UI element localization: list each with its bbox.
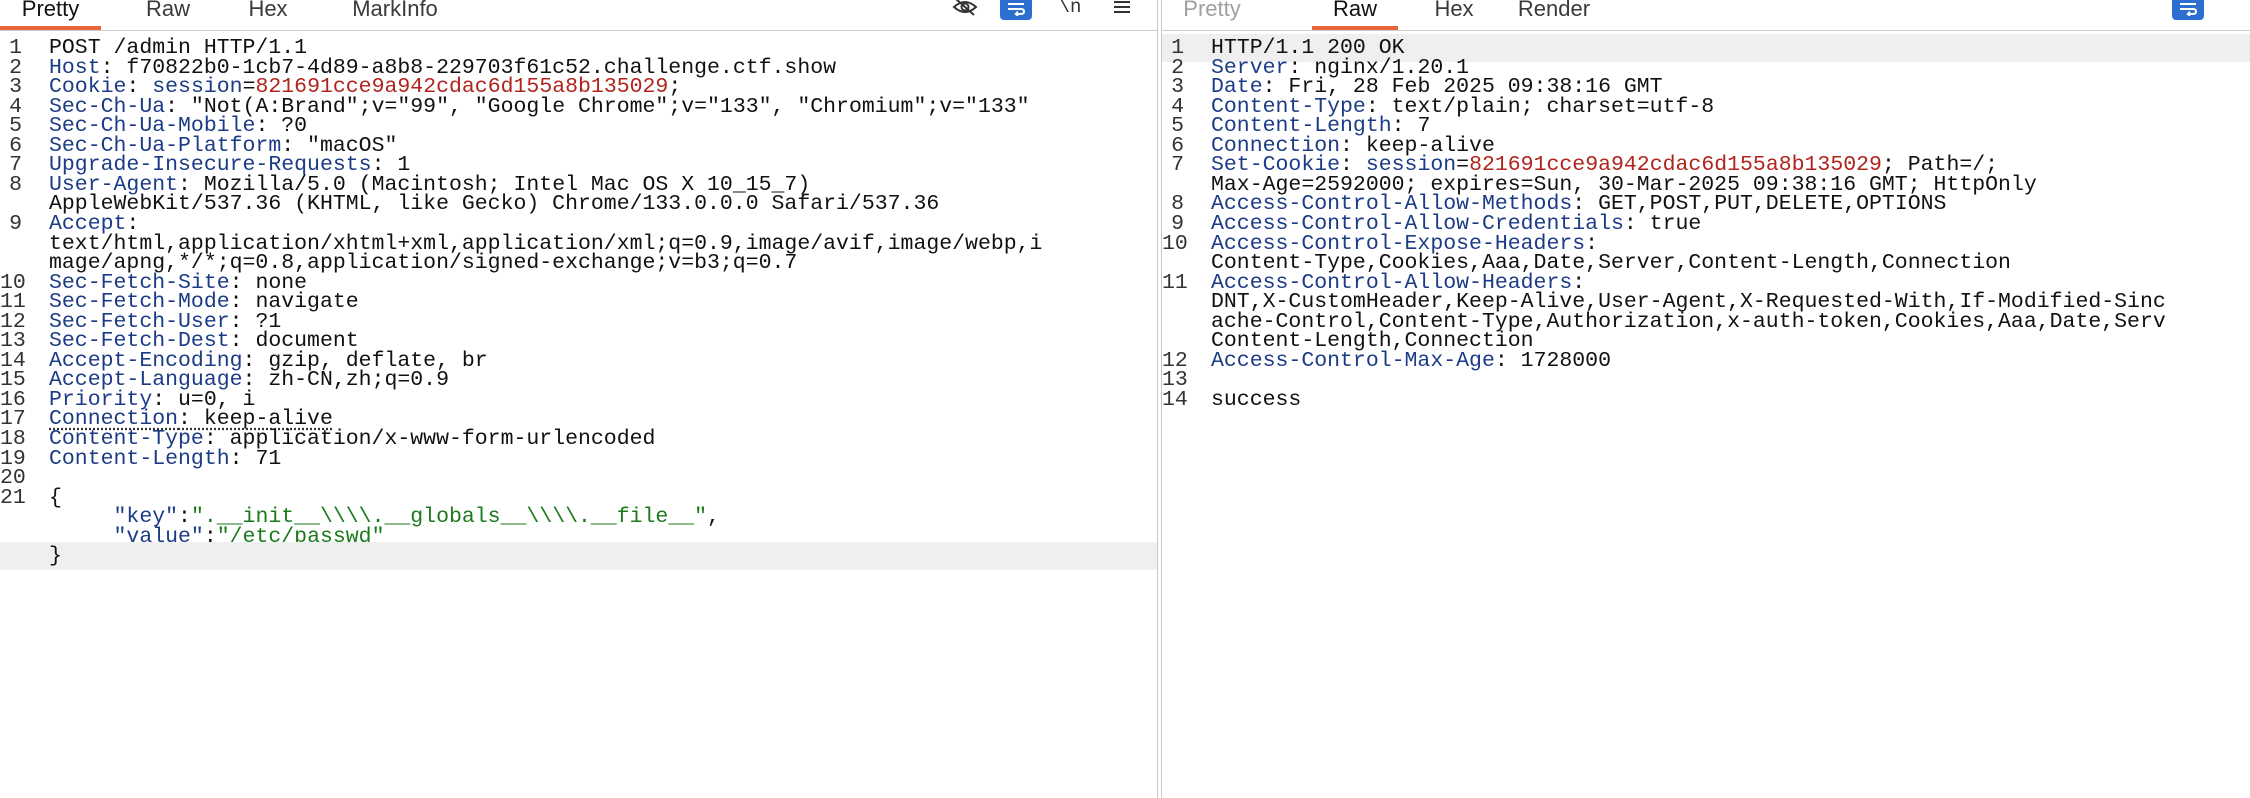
request-tab-bar: Pretty Raw Hex MarkInfo \n — [0, 0, 1157, 31]
menu-icon[interactable] — [1108, 0, 1136, 20]
response-editor[interactable]: 1 HTTP/1.1 200 OK 2 Server: nginx/1.20.1 3 Da… — [1162, 32, 2250, 798]
line-number: 14 — [1162, 387, 1188, 412]
line-content: success — [1211, 386, 1301, 414]
wrap-lines-icon[interactable] — [2172, 0, 2204, 20]
response-tab-bar: Pretty Raw Hex Render — [1162, 0, 2250, 31]
request-tab-pretty[interactable]: Pretty — [0, 0, 101, 30]
response-tab-raw[interactable]: Raw — [1312, 0, 1398, 30]
request-tab-raw[interactable]: Raw — [128, 0, 208, 30]
response-tab-render[interactable]: Render — [1502, 0, 1606, 30]
code-line: 14 success — [1162, 386, 2250, 414]
line-content: } — [49, 542, 62, 570]
eye-off-icon[interactable] — [950, 0, 980, 20]
response-tab-hex[interactable]: Hex — [1424, 0, 1484, 30]
response-pane: Pretty Raw Hex Render 1 HTTP/1.1 200 OK 2 S… — [1162, 0, 2250, 798]
request-tab-hex[interactable]: Hex — [238, 0, 298, 30]
newline-icon[interactable]: \n — [1055, 0, 1085, 20]
response-tab-pretty[interactable]: Pretty — [1162, 0, 1262, 30]
wrap-lines-icon[interactable] — [1000, 0, 1032, 20]
code-line: } — [0, 542, 1157, 571]
request-tab-markinfo[interactable]: MarkInfo — [340, 0, 450, 30]
request-editor[interactable]: 1 POST /admin HTTP/1.1 2 Host: f70822b0-1cb… — [0, 32, 1157, 798]
line-text: } — [49, 544, 62, 569]
request-pane: Pretty Raw Hex MarkInfo \n 1 POST /admin … — [0, 0, 1157, 798]
line-text: success — [1211, 387, 1302, 412]
